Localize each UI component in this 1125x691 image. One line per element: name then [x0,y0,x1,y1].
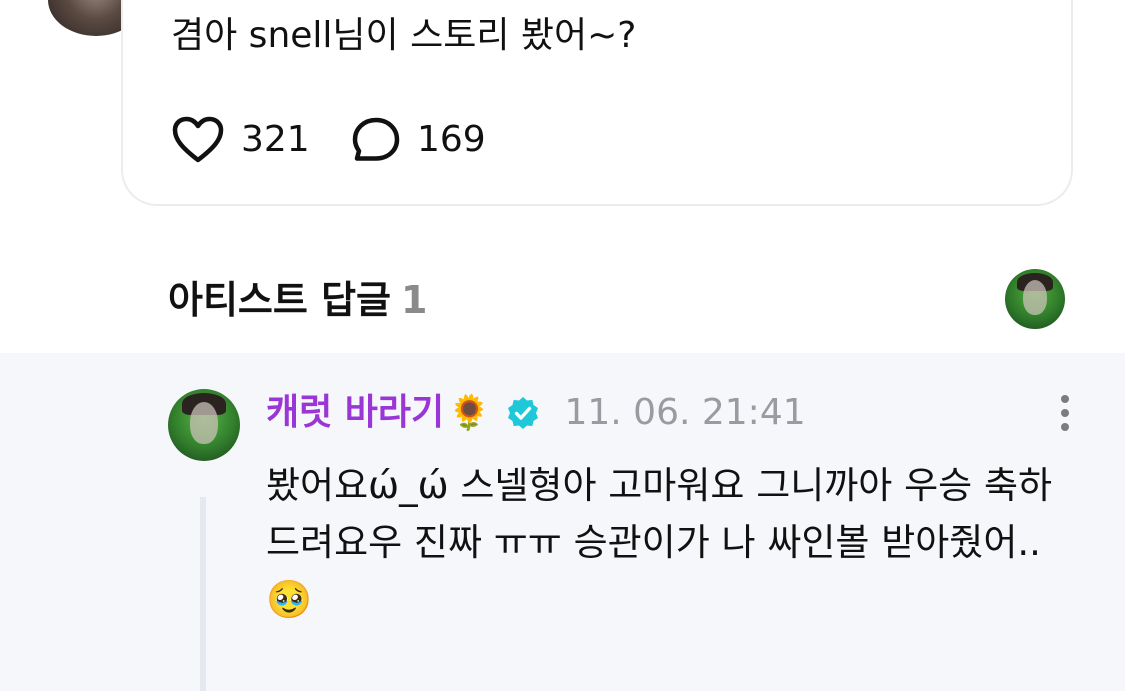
comment-count: 169 [417,119,486,160]
sunflower-emoji: 🌻 [448,393,491,433]
artist-replies-label: 아티스트 답글 [168,278,391,322]
like-count: 321 [241,119,310,160]
post-card: 겸아 snell님이 스토리 봤어~? 321 169 [121,0,1073,206]
like-button[interactable]: 321 [171,116,310,164]
post-text: 겸아 snell님이 스토리 봤어~? [171,15,637,56]
artist-replies-title: 아티스트 답글 1 [168,276,427,324]
speech-bubble-icon [352,117,400,161]
artist-reply: 캐럿 바라기 🌻 11. 06. 21:41 봤어요ώ_ώ 스넬형아 고마워요 … [0,353,1125,691]
reply-header: 캐럿 바라기 🌻 11. 06. 21:41 [266,391,806,435]
artist-avatar-thumbnail[interactable] [1005,269,1065,329]
reply-author-avatar[interactable] [168,389,240,461]
comment-thread-screen: 겸아 snell님이 스토리 봤어~? 321 169 아티스트 답글 1 캐럿 … [0,0,1125,691]
verified-badge-icon [508,397,539,429]
more-options-button[interactable] [1054,395,1076,435]
thread-line [200,497,206,691]
reply-text: 봤어요ώ_ώ 스넬형아 고마워요 그니까아 우승 축하드려요우 진짜 ㅠㅠ 승관… [266,464,1053,621]
comment-button[interactable]: 169 [351,116,486,164]
reply-timestamp: 11. 06. 21:41 [564,392,806,433]
reply-author-name[interactable]: 캐럿 바라기 [266,391,444,435]
heart-outline-icon [172,116,224,163]
artist-replies-count: 1 [401,278,428,322]
